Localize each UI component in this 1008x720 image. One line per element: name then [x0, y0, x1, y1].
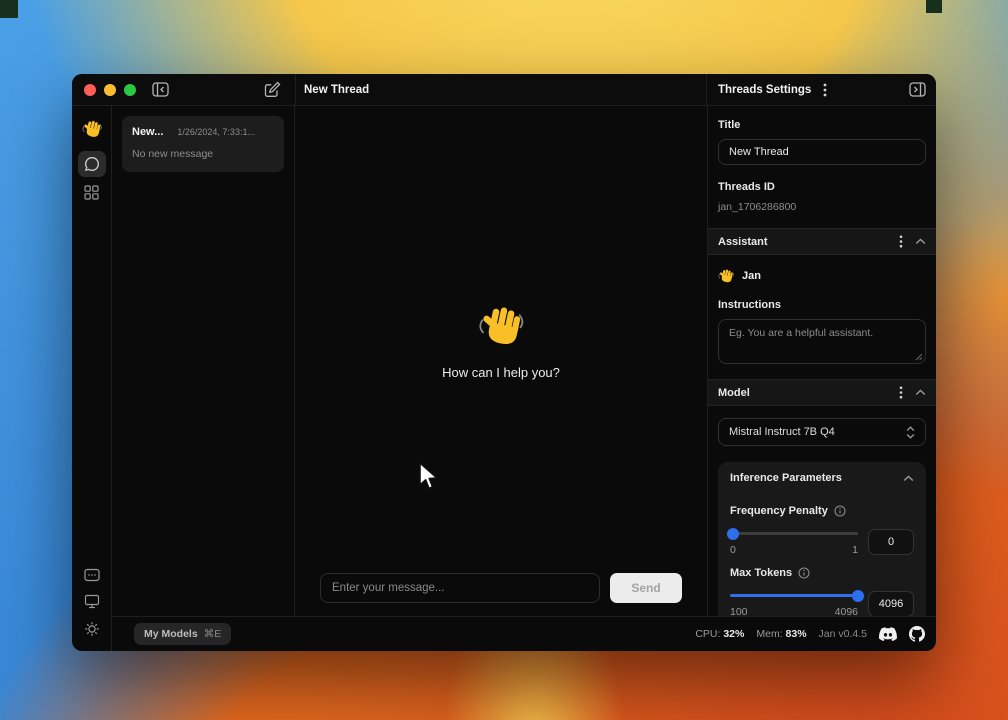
chat-input-bar: Send	[295, 573, 707, 603]
info-circle-icon[interactable]	[834, 505, 846, 517]
chat-welcome: How can I help you?	[295, 106, 707, 576]
mem-stat: Mem: 83%	[756, 628, 806, 640]
threads-id-label: Threads ID	[718, 181, 926, 193]
thread-list-panel: New... 1/26/2024, 7:33:1... No new messa…	[112, 106, 295, 616]
assistant-identity: Jan	[708, 255, 936, 284]
chat-area: How can I help you? Send	[295, 106, 707, 616]
threads-settings-kebab-menu-icon[interactable]	[823, 83, 827, 97]
thread-timestamp: 1/26/2024, 7:33:1...	[177, 127, 255, 137]
threads-id-value: jan_1706286800	[718, 201, 926, 213]
titlebar-right: Threads Settings	[707, 74, 936, 105]
assistant-section-header[interactable]: Assistant	[708, 228, 936, 255]
new-thread-compose-icon[interactable]	[264, 81, 281, 98]
updown-select-icon	[906, 426, 915, 439]
model-kebab-menu-icon[interactable]	[899, 386, 903, 399]
inference-parameters-card: Inference Parameters Frequency Penalty	[718, 462, 926, 616]
threads-settings-panel: Title Threads ID jan_1706286800 Assistan…	[707, 106, 936, 616]
greeting-text: How can I help you?	[442, 365, 560, 380]
hub-grid-icon[interactable]	[84, 185, 99, 200]
thread-preview: No new message	[132, 148, 274, 160]
max-tokens-param: Max Tokens	[730, 567, 914, 616]
title-label: Title	[718, 119, 926, 131]
page-title: New Thread	[304, 84, 369, 96]
status-bar: My Models ⌘E CPU: 32% Mem: 83% Jan v0.4.…	[112, 616, 936, 651]
titlebar-left	[72, 74, 295, 105]
jan-app-window: New Thread Threads Settings	[72, 74, 936, 651]
info-circle-icon[interactable]	[798, 567, 810, 579]
thread-list-item[interactable]: New... 1/26/2024, 7:33:1... No new messa…	[122, 116, 284, 172]
collapse-right-panel-icon[interactable]	[909, 82, 926, 97]
thread-title: New...	[132, 126, 163, 138]
thread-title-input[interactable]	[718, 139, 926, 165]
system-monitor-icon[interactable]	[84, 594, 100, 609]
local-api-server-icon[interactable]	[84, 568, 100, 582]
my-models-button[interactable]: My Models ⌘E	[134, 623, 231, 645]
inference-collapse-chevron-up-icon[interactable]	[903, 475, 914, 482]
close-window-button[interactable]	[84, 84, 96, 96]
frequency-penalty-param: Frequency Penalty	[730, 505, 914, 556]
slider-max-label: 1	[852, 544, 858, 556]
model-section-header[interactable]: Model	[708, 379, 936, 406]
gif-artifact	[926, 0, 942, 13]
assistant-kebab-menu-icon[interactable]	[899, 235, 903, 248]
instructions-label: Instructions	[718, 299, 926, 311]
assistant-wave-hand-icon[interactable]	[82, 119, 102, 139]
titlebar-main: New Thread	[295, 74, 707, 105]
model-select[interactable]: Mistral Instruct 7B Q4	[718, 418, 926, 446]
frequency-penalty-value-input[interactable]	[868, 529, 914, 555]
github-icon[interactable]	[909, 626, 925, 642]
discord-icon[interactable]	[879, 627, 897, 641]
message-input[interactable]	[320, 573, 600, 603]
slider-thumb[interactable]	[727, 528, 739, 540]
max-tokens-value-input[interactable]	[868, 591, 914, 616]
content-row: New... 1/26/2024, 7:33:1... No new messa…	[112, 106, 936, 616]
frequency-penalty-label: Frequency Penalty	[730, 505, 828, 517]
model-collapse-chevron-up-icon[interactable]	[915, 389, 926, 396]
left-ribbon	[72, 106, 112, 651]
app-version: Jan v0.4.5	[819, 628, 867, 640]
slider-min-label: 0	[730, 544, 736, 556]
resize-grip-icon[interactable]	[915, 353, 923, 361]
assistant-collapse-chevron-up-icon[interactable]	[915, 238, 926, 245]
assistant-header-label: Assistant	[718, 236, 768, 248]
threads-nav-item[interactable]	[78, 151, 106, 177]
cpu-stat: CPU: 32%	[695, 628, 744, 640]
slider-min-label: 100	[730, 606, 748, 616]
my-models-shortcut: ⌘E	[204, 628, 222, 640]
model-selected-value: Mistral Instruct 7B Q4	[729, 426, 835, 438]
titlebar: New Thread Threads Settings	[72, 74, 936, 106]
zoom-window-button[interactable]	[124, 84, 136, 96]
wave-hand-icon	[478, 303, 524, 349]
chat-bubble-icon	[84, 156, 100, 172]
slider-max-label: 4096	[835, 606, 858, 616]
max-tokens-slider[interactable]	[730, 594, 858, 597]
window-body: New... 1/26/2024, 7:33:1... No new messa…	[72, 106, 936, 651]
frequency-penalty-slider[interactable]	[730, 532, 858, 535]
slider-thumb[interactable]	[852, 590, 864, 602]
desktop: New Thread Threads Settings	[0, 0, 1008, 720]
instructions-textarea[interactable]	[718, 319, 926, 364]
collapse-left-panel-icon[interactable]	[152, 82, 169, 97]
jan-wave-hand-icon	[718, 268, 734, 284]
minimize-window-button[interactable]	[104, 84, 116, 96]
model-header-label: Model	[718, 387, 750, 399]
threads-settings-title: Threads Settings	[718, 84, 811, 96]
my-models-label: My Models	[144, 628, 198, 640]
traffic-lights	[84, 84, 136, 96]
inference-header-label: Inference Parameters	[730, 472, 842, 484]
inference-parameters-header[interactable]: Inference Parameters	[730, 462, 914, 494]
assistant-name: Jan	[742, 270, 761, 282]
main-column: New... 1/26/2024, 7:33:1... No new messa…	[112, 106, 936, 651]
max-tokens-label: Max Tokens	[730, 567, 792, 579]
gif-artifact	[0, 0, 18, 18]
settings-gear-icon[interactable]	[84, 621, 100, 637]
send-button[interactable]: Send	[610, 573, 682, 603]
